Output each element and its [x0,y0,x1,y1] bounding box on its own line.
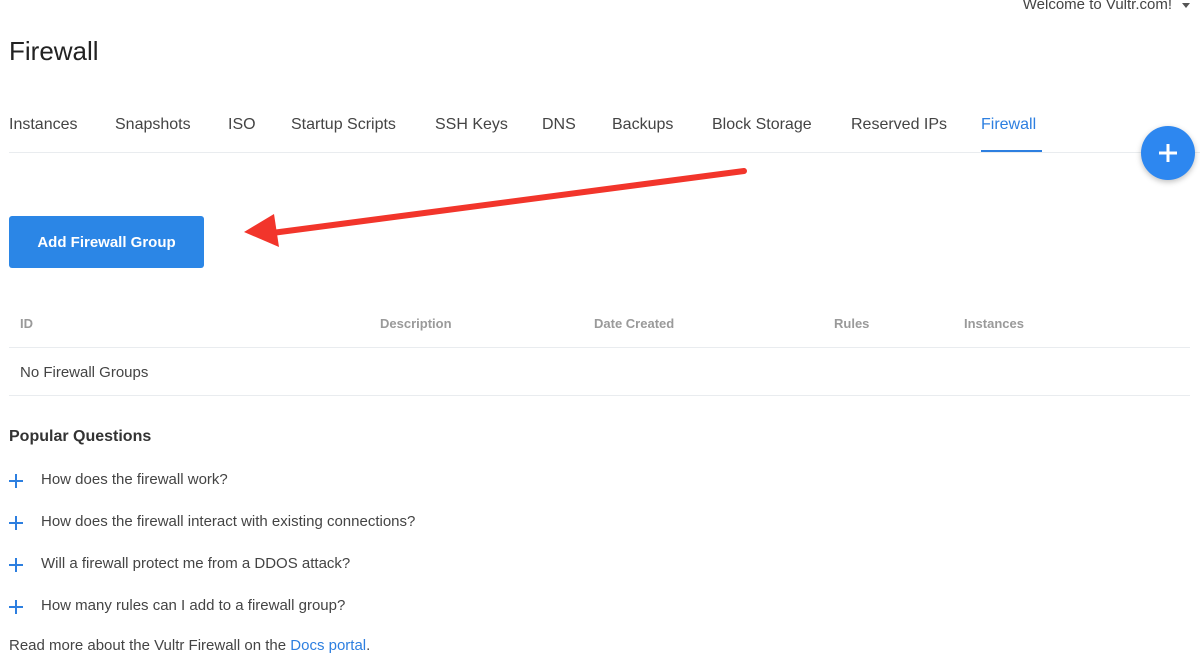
column-header-id: ID [20,316,33,331]
add-firewall-group-button[interactable]: Add Firewall Group [9,216,204,268]
firewall-groups-table: ID Description Date Created Rules Instan… [9,300,1190,396]
expand-plus-icon [9,474,23,488]
page: Welcome to Vultr.com! Firewall Instances… [0,0,1200,664]
column-header-rules: Rules [834,316,870,331]
docs-note-text: Read more about the Vultr Firewall on th… [9,637,291,654]
faq-question: Will a firewall protect me from a DDOS a… [41,555,351,572]
expand-plus-icon [9,558,23,572]
faq-question: How does the firewall interact with exis… [41,513,416,530]
faq-list: How does the firewall work? How does the… [9,470,415,638]
table-header: ID Description Date Created Rules Instan… [9,300,1190,348]
column-header-date-created: Date Created [594,316,675,331]
add-fab-button[interactable] [1141,126,1195,180]
user-menu[interactable]: Welcome to Vultr.com! [1023,0,1190,13]
tab-reserved-ips[interactable]: Reserved IPs [851,116,947,152]
docs-note: Read more about the Vultr Firewall on th… [9,637,370,654]
faq-item-rule-limit[interactable]: How many rules can I add to a firewall g… [9,596,415,638]
faq-item-ddos-protection[interactable]: Will a firewall protect me from a DDOS a… [9,554,415,596]
tab-firewall[interactable]: Firewall [981,116,1042,152]
tab-ssh-keys[interactable]: SSH Keys [435,116,508,152]
tab-iso[interactable]: ISO [228,116,256,152]
docs-note-suffix: . [366,637,371,654]
tab-block-storage[interactable]: Block Storage [712,116,812,152]
tab-snapshots[interactable]: Snapshots [115,116,191,152]
plus-icon [1159,144,1177,162]
page-title: Firewall [9,36,99,66]
column-header-instances: Instances [964,316,1024,331]
popular-questions-title: Popular Questions [9,428,152,445]
table-row: No Firewall Groups [9,348,1190,396]
tab-startup-scripts[interactable]: Startup Scripts [291,116,396,152]
faq-item-how-firewall-works[interactable]: How does the firewall work? [9,470,415,512]
empty-table-message: No Firewall Groups [20,364,149,381]
faq-question: How does the firewall work? [41,471,228,488]
expand-plus-icon [9,600,23,614]
faq-question: How many rules can I add to a firewall g… [41,597,346,614]
caret-down-icon [1182,3,1190,8]
tab-instances[interactable]: Instances [9,116,77,152]
tab-backups[interactable]: Backups [612,116,673,152]
docs-portal-link[interactable]: Docs portal [290,637,366,654]
faq-item-existing-connections[interactable]: How does the firewall interact with exis… [9,512,415,554]
expand-plus-icon [9,516,23,530]
tab-bar: Instances Snapshots ISO Startup Scripts … [9,104,1200,153]
tab-dns[interactable]: DNS [542,116,576,152]
welcome-text: Welcome to Vultr.com! [1022,0,1172,13]
column-header-description: Description [380,316,452,331]
